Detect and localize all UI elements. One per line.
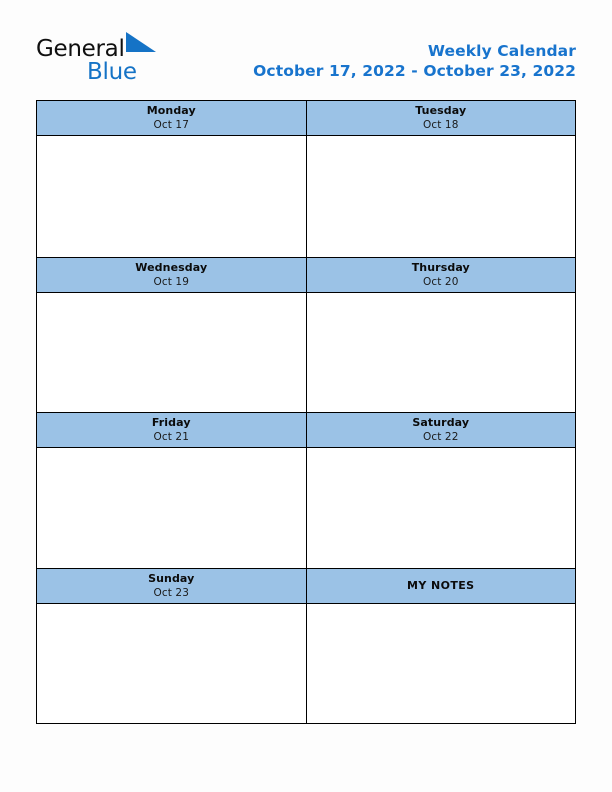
calendar-row: Sunday Oct 23 MY NOTES (37, 567, 575, 723)
day-entry-area-sunday[interactable] (37, 603, 306, 723)
day-name-label: Wednesday (135, 260, 208, 274)
day-entry-area-saturday[interactable] (305, 448, 575, 568)
notes-header: MY NOTES (305, 568, 575, 603)
calendar-body-row (37, 292, 575, 412)
day-header-wednesday: Wednesday Oct 19 (37, 257, 306, 292)
logo-text-blue: Blue (87, 59, 137, 85)
day-date-label: Oct 23 (153, 586, 189, 599)
page-header: General Blue Weekly Calendar October 17,… (36, 32, 576, 92)
day-date-label: Oct 22 (423, 431, 459, 443)
day-header-monday: Monday Oct 17 (37, 101, 306, 135)
day-name-label: Friday (151, 416, 191, 429)
day-entry-area-wednesday[interactable] (37, 292, 306, 412)
day-name-label: Monday (146, 104, 196, 117)
title-block: Weekly Calendar October 17, 2022 - Octob… (253, 42, 576, 82)
calendar-body-row (37, 448, 575, 568)
day-name-label: Thursday (411, 260, 470, 274)
day-name-label: Sunday (148, 571, 195, 585)
day-date-label: Oct 20 (423, 275, 459, 288)
calendar-body-row (37, 603, 575, 723)
day-date-label: Oct 21 (153, 431, 189, 443)
notes-label: MY NOTES (407, 578, 475, 592)
calendar-row: Monday Oct 17 Tuesday Oct 18 (37, 101, 575, 257)
calendar-header-row: Sunday Oct 23 MY NOTES (37, 567, 575, 604)
date-range-label: October 17, 2022 - October 23, 2022 (253, 62, 576, 80)
day-header-friday: Friday Oct 21 (37, 413, 306, 447)
day-entry-area-thursday[interactable] (305, 292, 575, 412)
notes-entry-area[interactable] (305, 603, 575, 723)
day-entry-area-tuesday[interactable] (305, 136, 575, 257)
calendar-row: Friday Oct 21 Saturday Oct 22 (37, 412, 575, 568)
calendar-header-row: Monday Oct 17 Tuesday Oct 18 (37, 101, 575, 136)
general-blue-logo: General Blue (36, 32, 236, 90)
day-name-label: Tuesday (415, 104, 467, 117)
logo-line-two: Blue (87, 58, 137, 86)
day-date-label: Oct 17 (153, 119, 189, 131)
day-date-label: Oct 18 (423, 119, 459, 131)
page-title: Weekly Calendar (427, 42, 576, 60)
day-entry-area-friday[interactable] (37, 448, 306, 568)
day-header-saturday: Saturday Oct 22 (305, 413, 575, 447)
calendar-body-row (37, 136, 575, 257)
day-date-label: Oct 19 (153, 275, 189, 288)
calendar-header-row: Friday Oct 21 Saturday Oct 22 (37, 412, 575, 448)
weekly-calendar-grid: Monday Oct 17 Tuesday Oct 18 Wednesday O… (36, 100, 576, 724)
day-entry-area-monday[interactable] (37, 136, 306, 257)
day-name-label: Saturday (412, 416, 470, 429)
calendar-header-row: Wednesday Oct 19 Thursday Oct 20 (37, 256, 575, 293)
calendar-row: Wednesday Oct 19 Thursday Oct 20 (37, 256, 575, 412)
day-header-sunday: Sunday Oct 23 (37, 568, 306, 603)
day-header-thursday: Thursday Oct 20 (305, 257, 575, 292)
day-header-tuesday: Tuesday Oct 18 (305, 101, 575, 135)
